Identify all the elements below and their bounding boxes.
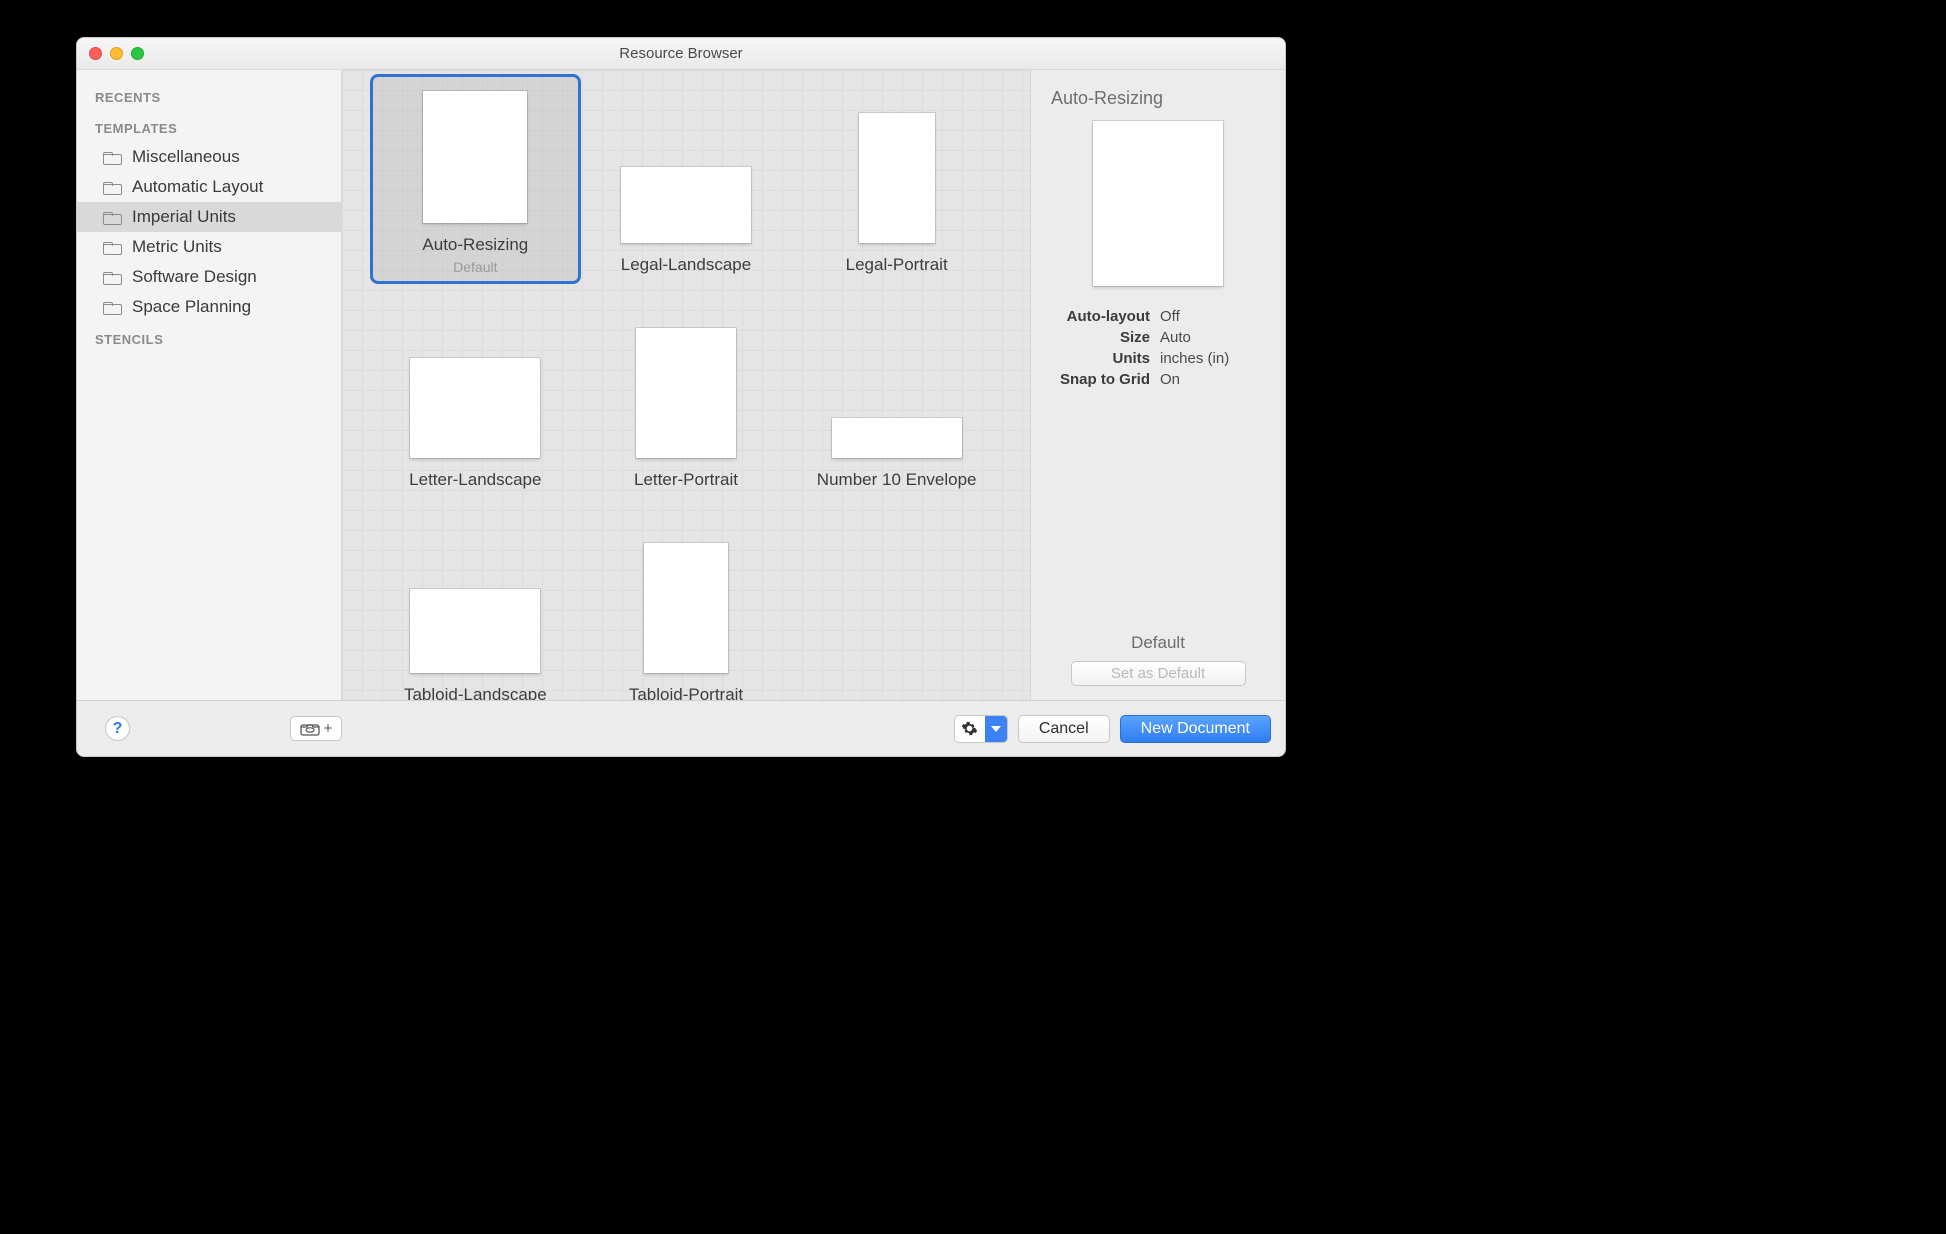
template-thumb[interactable]: Tabloid-Landscape [370,504,581,700]
template-label: Number 10 Envelope [817,470,977,490]
template-thumb[interactable]: Legal-Landscape [581,74,792,284]
template-thumb[interactable]: Letter-Landscape [370,289,581,499]
template-thumb[interactable]: Number 10 Envelope [791,289,1002,499]
sidebar-item-label: Imperial Units [132,207,236,227]
template-page-preview [410,358,540,458]
folder-icon [103,150,122,165]
info-property-name: Size [1045,329,1150,346]
template-page-preview [410,589,540,673]
template-thumb[interactable]: Legal-Portrait [791,74,1002,284]
folder-icon [103,210,122,225]
template-label: Legal-Landscape [621,255,751,275]
sidebar-heading-recents[interactable]: RECENTS [77,80,341,111]
zoom-window-button[interactable] [131,47,144,60]
info-property-name: Units [1045,350,1150,367]
chevron-down-icon [991,726,1001,732]
info-property-value: Off [1160,308,1180,325]
template-label: Auto-Resizing [422,235,528,255]
info-panel: Auto-Resizing Auto-layout Off Size Auto Unit… [1030,70,1285,700]
folder-icon [103,300,122,315]
default-indicator-label: Default [1045,633,1271,653]
info-property-value: Auto [1160,329,1191,346]
folder-icon [103,270,122,285]
template-page-preview [636,328,736,458]
template-page-preview [644,543,728,673]
info-property-row: Snap to Grid On [1045,371,1271,388]
info-property-name: Auto-layout [1045,308,1150,325]
info-property-name: Snap to Grid [1045,371,1150,388]
template-thumb[interactable]: Auto-Resizing Default [370,74,581,284]
template-sublabel: Default [453,259,497,275]
sidebar: RECENTS TEMPLATES Miscellaneous Automatic… [77,70,342,700]
sidebar-item-label: Metric Units [132,237,222,257]
template-page-preview [859,113,935,243]
cancel-button[interactable]: Cancel [1018,715,1110,743]
action-menu-button[interactable] [954,715,1008,743]
gear-icon [961,720,978,737]
sidebar-template-item[interactable]: Space Planning [77,292,341,322]
sidebar-item-label: Space Planning [132,297,251,317]
sidebar-template-item[interactable]: Metric Units [77,232,341,262]
sidebar-item-label: Software Design [132,267,257,287]
sidebar-item-label: Miscellaneous [132,147,240,167]
footer-toolbar: ? + Cancel New Document [77,700,1285,756]
window-title: Resource Browser [619,45,742,62]
set-as-default-button[interactable]: Set as Default [1071,661,1246,686]
sidebar-template-item[interactable]: Automatic Layout [77,172,341,202]
resource-browser-window: Resource Browser RECENTS TEMPLATES Misce… [76,37,1286,757]
minimize-window-button[interactable] [110,47,123,60]
template-page-preview [423,91,527,223]
template-label: Letter-Landscape [409,470,541,490]
sidebar-template-item[interactable]: Software Design [77,262,341,292]
linked-folder-add-button[interactable]: + [290,716,342,741]
template-label: Tabloid-Landscape [404,685,547,700]
info-title: Auto-Resizing [1051,88,1271,109]
info-property-row: Size Auto [1045,329,1271,346]
sidebar-template-item[interactable]: Miscellaneous [77,142,341,172]
close-window-button[interactable] [89,47,102,60]
folder-icon [103,180,122,195]
window-controls [89,47,144,60]
template-thumb[interactable]: Tabloid-Portrait [581,504,792,700]
info-property-row: Auto-layout Off [1045,308,1271,325]
sidebar-item-label: Automatic Layout [132,177,263,197]
help-button[interactable]: ? [105,716,130,741]
plus-icon: + [324,720,333,737]
window-body: RECENTS TEMPLATES Miscellaneous Automatic… [77,70,1285,700]
info-preview-thumbnail [1093,121,1223,286]
info-property-value: inches (in) [1160,350,1229,367]
info-property-row: Units inches (in) [1045,350,1271,367]
info-property-value: On [1160,371,1180,388]
sidebar-template-item[interactable]: Imperial Units [77,202,341,232]
titlebar: Resource Browser [77,38,1285,70]
folder-icon [103,240,122,255]
sidebar-heading-stencils[interactable]: STENCILS [77,322,341,353]
template-gallery: Auto-Resizing Default Legal-Landscape Legal… [342,70,1030,700]
template-page-preview [832,418,962,458]
template-label: Letter-Portrait [634,470,738,490]
template-thumb[interactable]: Letter-Portrait [581,289,792,499]
linked-folder-icon [300,722,322,736]
new-document-button[interactable]: New Document [1120,715,1271,743]
template-label: Legal-Portrait [846,255,948,275]
template-label: Tabloid-Portrait [629,685,743,700]
sidebar-heading-templates[interactable]: TEMPLATES [77,111,341,142]
template-page-preview [621,167,751,243]
